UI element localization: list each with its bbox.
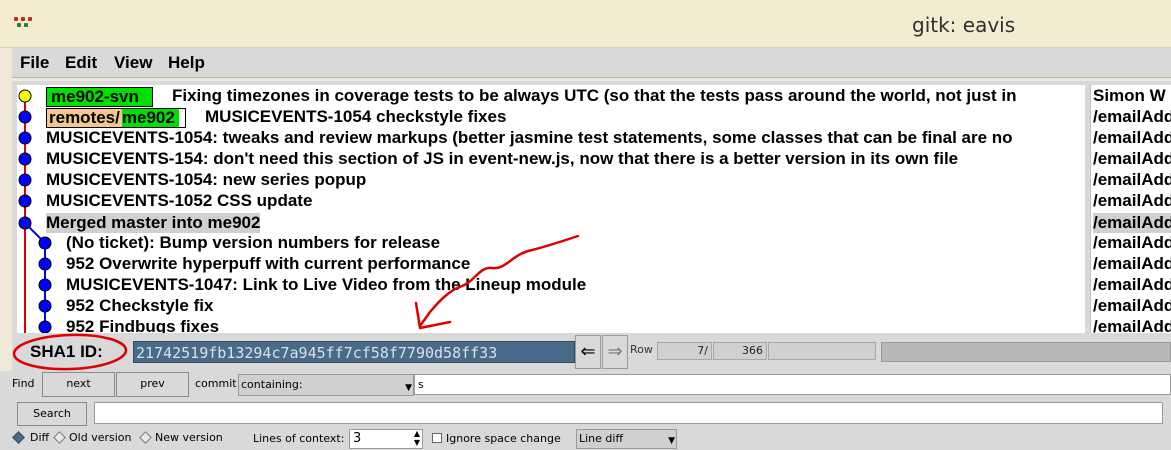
progress-bar (881, 342, 1171, 362)
diff-style-select[interactable]: Line diff ▼ (576, 429, 677, 449)
new-version-radio[interactable] (139, 431, 152, 444)
graph-node (38, 320, 52, 333)
spin-arrows-icon[interactable]: ▲ ▼ (414, 429, 420, 447)
commit-subject[interactable]: Fixing timezones in coverage tests to be… (172, 86, 1016, 106)
sha-id-field[interactable]: 21742519fb13294c7a945ff7cf58f7790d58ff33 (133, 341, 575, 363)
commit-author[interactable]: /emailAdd (1093, 107, 1171, 127)
find-mode-select[interactable]: containing: ▼ (238, 374, 414, 396)
menu-view[interactable]: View (114, 53, 152, 73)
chevron-down-icon: ▼ (405, 383, 412, 393)
graph-node (38, 236, 52, 250)
author-list[interactable]: Simon W /emailAdd /emailAdd /emailAdd /e… (1090, 85, 1171, 333)
context-label: Lines of context: (253, 432, 345, 445)
graph-node (18, 194, 32, 208)
commit-subject[interactable]: 952 Overwrite hyperpuff with current per… (66, 254, 470, 274)
ignore-space-checkbox[interactable] (432, 433, 442, 443)
row-current: 7/ (657, 342, 712, 360)
graph-node (18, 152, 32, 166)
window-titlebar: gitk: eavis (0, 0, 1171, 48)
search-input[interactable] (94, 402, 1163, 424)
menu-help[interactable]: Help (168, 53, 205, 73)
find-toolbar: Find next prev commit containing: ▼ s (0, 371, 1171, 398)
commit-subject[interactable]: 952 Checkstyle fix (66, 296, 213, 316)
search-toolbar: Search (0, 398, 1171, 428)
commit-subject-selected[interactable]: Merged master into me902 (46, 213, 261, 233)
diff-mode-label: Diff (30, 431, 50, 444)
new-version-label: New version (155, 431, 223, 444)
find-mode-value: containing: (241, 378, 303, 391)
gitk-window: gitk: eavis File Edit View Help me902-sv… (0, 0, 1171, 450)
remote-branch-tag[interactable]: remotes/me902 (46, 108, 186, 128)
commit-author[interactable]: /emailAdd (1093, 191, 1171, 211)
graph-node (38, 278, 52, 292)
commit-author[interactable]: /emailAdd (1093, 296, 1171, 316)
app-icon (14, 17, 36, 29)
remote-branch-name: me902 (121, 109, 179, 127)
commit-subject[interactable]: MUSICEVENTS-1052 CSS update (46, 191, 312, 211)
commit-author-selected[interactable]: /emailAdd (1093, 213, 1171, 233)
diff-options: Diff Old version New version Lines of co… (0, 428, 1171, 450)
back-arrow-button[interactable]: ⇐ (575, 335, 601, 369)
search-button[interactable]: Search (17, 402, 87, 426)
find-prev-button[interactable]: prev (116, 372, 189, 397)
commit-author[interactable]: /emailAdd (1093, 317, 1171, 333)
old-version-label: Old version (69, 431, 132, 444)
commit-subject[interactable]: (No ticket): Bump version numbers for re… (66, 233, 440, 253)
commit-subject[interactable]: MUSICEVENTS-1054 checkstyle fixes (205, 107, 506, 127)
commit-subject[interactable]: MUSICEVENTS-1047: Link to Live Video fro… (66, 275, 586, 295)
row-total: 366 (713, 342, 767, 360)
graph-node (18, 131, 32, 145)
menu-bar: File Edit View Help (12, 48, 1171, 78)
row-label: Row (630, 343, 653, 356)
commit-author[interactable]: /emailAdd (1093, 128, 1171, 148)
commit-subject[interactable]: MUSICEVENTS-1054: new series popup (46, 170, 366, 190)
diff-radio[interactable] (12, 431, 25, 444)
commit-author[interactable]: /emailAdd (1093, 233, 1171, 253)
history-pane: me902-svn Fixing timezones in coverage t… (12, 81, 1171, 333)
diff-style-value: Line diff (579, 432, 624, 445)
commit-subject[interactable]: 952 Findbugs fixes (66, 317, 219, 333)
context-value: 3 (353, 431, 362, 446)
commit-subject[interactable]: MUSICEVENTS-154: don't need this section… (46, 149, 958, 169)
find-input[interactable]: s (414, 374, 1171, 395)
commit-author[interactable]: /emailAdd (1093, 275, 1171, 295)
commit-author[interactable]: /emailAdd (1093, 149, 1171, 169)
sha-label: SHA1 ID: (30, 342, 103, 361)
menu-edit[interactable]: Edit (65, 53, 97, 73)
menu-file[interactable]: File (20, 53, 49, 73)
graph-node (38, 257, 52, 271)
chevron-down-icon: ▼ (668, 436, 675, 446)
graph-node (18, 173, 32, 187)
find-label: Find (12, 377, 35, 390)
commit-author[interactable]: Simon W (1093, 86, 1166, 106)
commit-list[interactable]: me902-svn Fixing timezones in coverage t… (17, 85, 1085, 333)
window-title: gitk: eavis (912, 13, 1016, 37)
graph-node (38, 299, 52, 313)
graph-node-merge (18, 216, 32, 230)
forward-arrow-button[interactable]: ⇒ (602, 335, 628, 369)
remote-prefix: remotes/ (47, 108, 122, 127)
find-next-button[interactable]: next (42, 372, 115, 397)
old-version-radio[interactable] (53, 431, 66, 444)
branch-tag[interactable]: me902-svn (46, 87, 153, 107)
commit-label: commit (195, 377, 237, 390)
ignore-space-label: Ignore space change (446, 432, 561, 445)
row-status (768, 342, 876, 360)
sha-toolbar: SHA1 ID: 21742519fb13294c7a945ff7cf58f77… (12, 333, 1171, 371)
commit-subject[interactable]: MUSICEVENTS-1054: tweaks and review mark… (46, 128, 1013, 148)
commit-author[interactable]: /emailAdd (1093, 254, 1171, 274)
graph-node-head (18, 89, 32, 103)
commit-author[interactable]: /emailAdd (1093, 170, 1171, 190)
context-spinbox[interactable]: 3 ▲ ▼ (349, 429, 423, 449)
graph-node (18, 110, 32, 124)
